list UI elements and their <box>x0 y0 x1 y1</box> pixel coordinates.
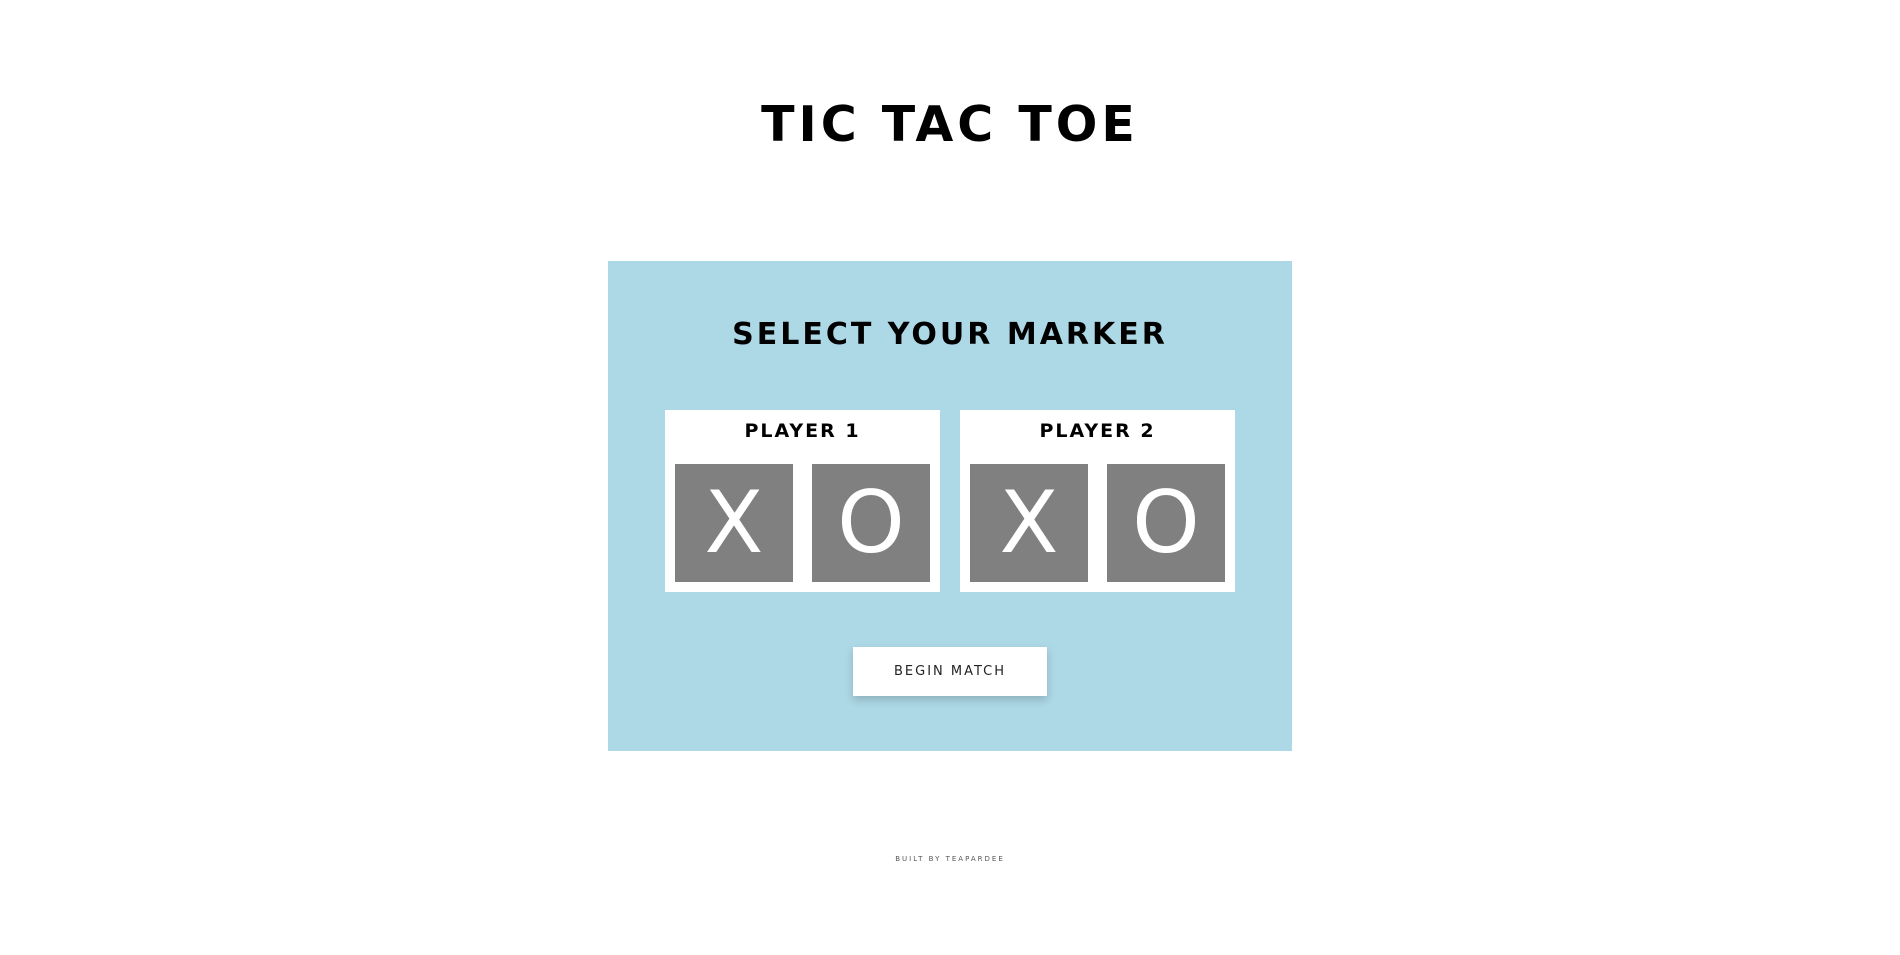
page-title: TIC TAC TOE <box>761 96 1139 153</box>
player-1-x-marker[interactable]: X <box>675 464 793 582</box>
player-2-x-marker[interactable]: X <box>970 464 1088 582</box>
footer-credit: BUILT BY TEAPARDEE <box>895 855 1005 863</box>
marker-selection-panel: SELECT YOUR MARKER PLAYER 1 X O PLAYER 2… <box>608 261 1292 751</box>
player-2-card: PLAYER 2 X O <box>960 410 1235 592</box>
panel-heading: SELECT YOUR MARKER <box>732 317 1168 352</box>
begin-match-button[interactable]: BEGIN MATCH <box>853 647 1047 696</box>
player-1-o-marker[interactable]: O <box>812 464 930 582</box>
player-2-o-marker[interactable]: O <box>1107 464 1225 582</box>
player-2-label: PLAYER 2 <box>1039 420 1156 442</box>
player-1-label: PLAYER 1 <box>744 420 861 442</box>
player-1-card: PLAYER 1 X O <box>665 410 940 592</box>
page: TIC TAC TOE SELECT YOUR MARKER PLAYER 1 … <box>0 0 1900 955</box>
